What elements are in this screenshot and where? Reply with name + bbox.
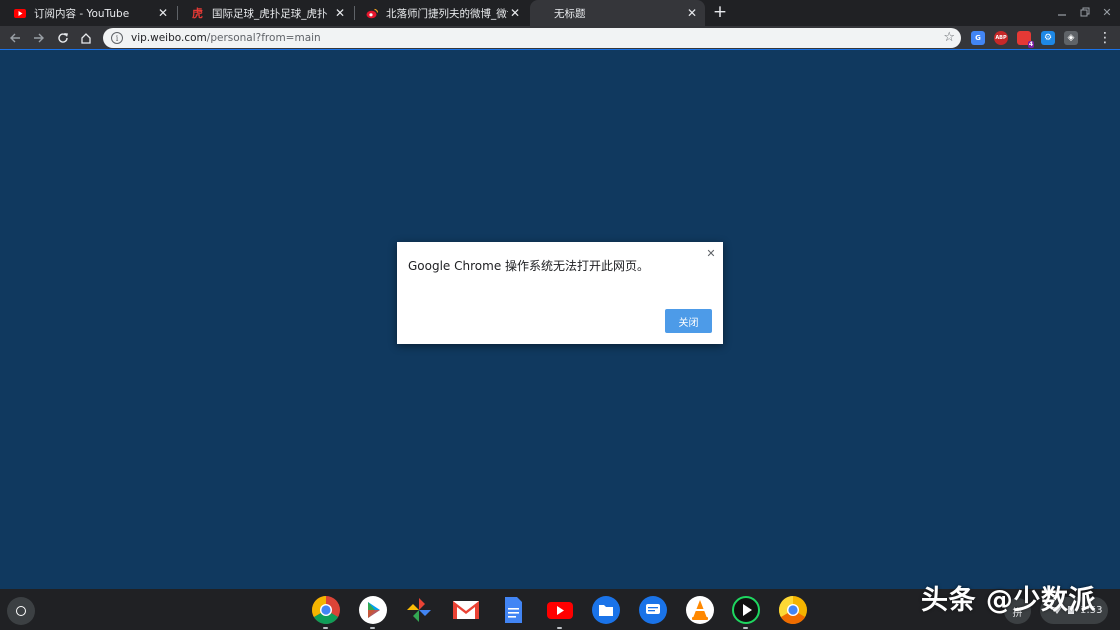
shield-extension-icon[interactable]: ◈ xyxy=(1064,31,1078,45)
home-icon[interactable] xyxy=(77,29,95,47)
tab-close-icon[interactable]: ✕ xyxy=(333,6,347,20)
extension-badge-icon[interactable]: 4 xyxy=(1017,31,1034,48)
url-text: vip.weibo.com/personal?from=main xyxy=(131,32,321,44)
tab-close-icon[interactable]: ✕ xyxy=(508,6,522,20)
site-info-icon[interactable]: i xyxy=(111,32,123,44)
tab-close-icon[interactable]: ✕ xyxy=(156,6,170,20)
dialog-message: Google Chrome 操作系统无法打开此网页。 xyxy=(408,259,650,273)
tab-weibo[interactable]: 北落师门捷列夫的微博_微博 ✕ xyxy=(352,0,528,26)
play-store-icon[interactable] xyxy=(357,594,388,629)
settings-extension-icon[interactable]: ⚙ xyxy=(1041,31,1055,45)
address-bar[interactable]: i vip.weibo.com/personal?from=main ☆ xyxy=(103,28,961,48)
forward-icon[interactable] xyxy=(30,29,48,47)
chrome-app-icon[interactable] xyxy=(310,594,341,629)
bookmark-star-icon[interactable]: ☆ xyxy=(943,30,955,45)
weibo-icon xyxy=(366,7,378,19)
chrome-menu-icon[interactable]: ⋮ xyxy=(1098,30,1112,46)
adblock-plus-extension-icon[interactable]: ABP xyxy=(994,31,1008,45)
tab-title: 订阅内容 - YouTube xyxy=(34,7,130,20)
gmail-icon[interactable] xyxy=(450,594,481,625)
close-window-icon[interactable]: ✕ xyxy=(1099,4,1115,20)
back-icon[interactable] xyxy=(6,29,24,47)
minimize-icon[interactable] xyxy=(1054,4,1070,20)
new-tab-button[interactable]: + xyxy=(711,2,729,22)
restore-icon[interactable] xyxy=(1077,4,1093,20)
media-player-icon[interactable] xyxy=(730,594,761,629)
photos-icon[interactable] xyxy=(403,594,434,625)
dialog-close-button[interactable]: 关闭 xyxy=(665,309,712,333)
hupu-icon: 虎 xyxy=(192,7,204,19)
tab-title: 无标题 xyxy=(554,7,586,20)
tab-strip: 订阅内容 - YouTube ✕ 虎 国际足球_虎扑足球_虎扑 ✕ 北落师门捷列… xyxy=(0,0,1120,26)
youtube-icon xyxy=(14,7,26,19)
tab-youtube[interactable]: 订阅内容 - YouTube ✕ xyxy=(0,0,176,26)
tab-untitled[interactable]: 无标题 ✕ xyxy=(530,0,705,26)
dialog-close-icon[interactable]: ✕ xyxy=(705,247,717,260)
launcher-button[interactable] xyxy=(7,597,35,625)
files-icon[interactable] xyxy=(590,594,621,625)
toolbar: i vip.weibo.com/personal?from=main ☆ G A… xyxy=(0,26,1120,50)
error-dialog: Google Chrome 操作系统无法打开此网页。 ✕ 关闭 xyxy=(397,242,723,344)
translate-extension-icon[interactable]: G xyxy=(971,31,985,45)
tab-hupu[interactable]: 虎 国际足球_虎扑足球_虎扑 ✕ xyxy=(178,0,353,26)
tab-title: 国际足球_虎扑足球_虎扑 xyxy=(212,7,328,20)
tab-title: 北落师门捷列夫的微博_微博 xyxy=(386,7,508,20)
docs-icon[interactable] xyxy=(497,594,528,625)
chrome-canary-icon[interactable] xyxy=(777,594,808,625)
extension-badge-count: 4 xyxy=(1027,41,1034,48)
reload-icon[interactable] xyxy=(54,29,72,47)
messages-icon[interactable] xyxy=(637,594,668,625)
vlc-icon[interactable] xyxy=(684,594,715,625)
watermark: 头条 @少数派 xyxy=(921,585,1096,616)
youtube-app-icon[interactable] xyxy=(544,594,575,629)
svg-text:虎: 虎 xyxy=(192,7,203,19)
tab-close-icon[interactable]: ✕ xyxy=(685,6,699,20)
